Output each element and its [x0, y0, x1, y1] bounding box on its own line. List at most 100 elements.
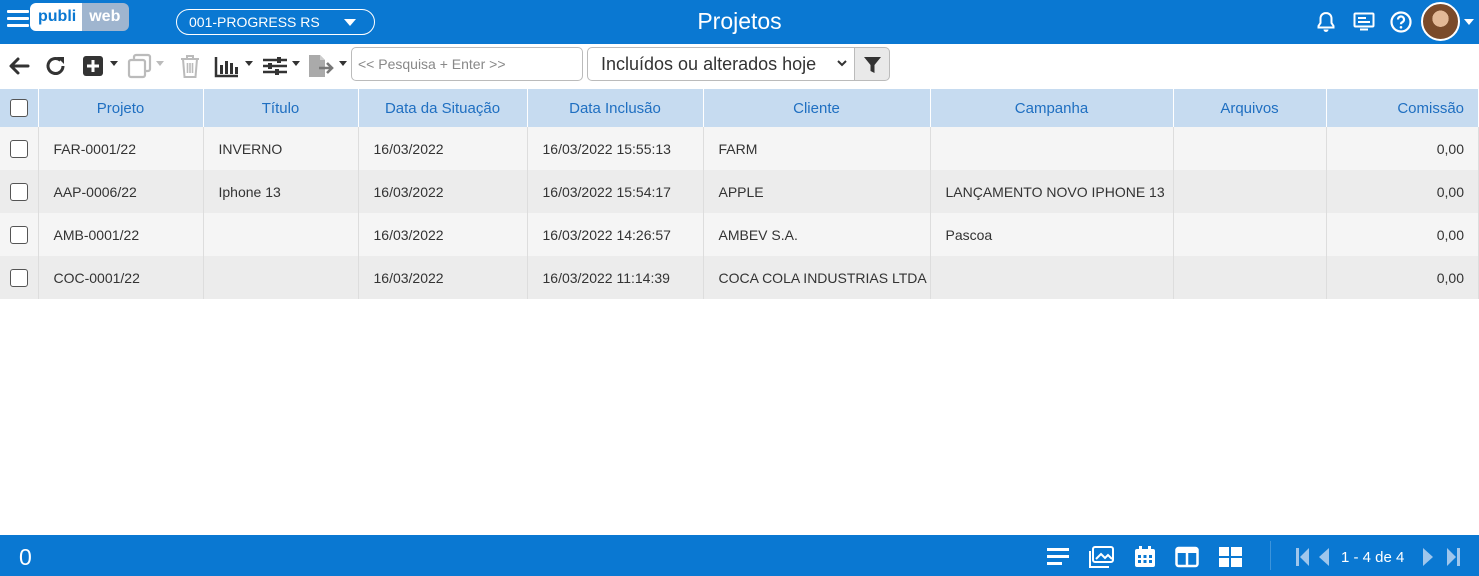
select-all-checkbox[interactable] [9, 99, 28, 118]
previous-page-icon[interactable] [1317, 546, 1331, 568]
cell-data-inclusao: 16/03/2022 11:14:39 [527, 256, 704, 299]
chevron-down-icon [156, 61, 164, 66]
logo-right: web [82, 3, 130, 31]
cell-campanha [930, 256, 1174, 299]
chart-icon[interactable] [214, 52, 240, 80]
projects-table: Projeto Título Data da Situação Data Inc… [0, 89, 1479, 299]
add-icon[interactable] [82, 52, 106, 80]
column-header-campanha[interactable]: Campanha [930, 89, 1174, 127]
cell-cliente: COCA COLA INDUSTRIAS LTDA [703, 256, 931, 299]
table-row[interactable]: AMB-0001/22 16/03/2022 16/03/2022 14:26:… [0, 213, 1479, 256]
app-logo[interactable]: publi web [30, 3, 130, 34]
trash-icon [181, 55, 199, 78]
row-select-cell [0, 256, 39, 299]
cell-arquivos [1173, 256, 1327, 299]
chevron-down-icon [344, 19, 356, 26]
table-row[interactable]: COC-0001/22 16/03/2022 16/03/2022 11:14:… [0, 256, 1479, 299]
row-checkbox[interactable] [9, 182, 28, 201]
cell-arquivos [1173, 127, 1327, 170]
cell-campanha: Pascoa [930, 213, 1174, 256]
filter-icon [864, 57, 881, 73]
monitor-icon[interactable] [1352, 10, 1376, 34]
cell-arquivos [1173, 170, 1327, 213]
list-view-icon[interactable] [1046, 546, 1070, 568]
cell-comissao: 0,00 [1326, 213, 1479, 256]
cell-campanha: LANÇAMENTO NOVO IPHONE 13 [930, 170, 1174, 213]
company-label: 001-PROGRESS RS [189, 14, 320, 30]
search-input[interactable] [351, 47, 583, 81]
image-view-icon[interactable] [1088, 546, 1114, 568]
columns-view-icon[interactable] [1175, 546, 1199, 568]
chevron-down-icon[interactable] [339, 61, 347, 66]
back-arrow-icon[interactable] [6, 52, 32, 80]
column-header-titulo[interactable]: Título [203, 89, 359, 127]
column-header-data-situacao[interactable]: Data da Situação [358, 89, 528, 127]
logo-left: publi [30, 3, 83, 31]
selected-count: 0 [19, 544, 32, 570]
chevron-down-icon[interactable] [292, 61, 300, 66]
cell-titulo [203, 256, 359, 299]
column-header-projeto[interactable]: Projeto [38, 89, 204, 127]
row-checkbox[interactable] [9, 225, 28, 244]
row-select-cell [0, 170, 39, 213]
grid-view-icon[interactable] [1218, 546, 1243, 568]
cell-arquivos [1173, 213, 1327, 256]
cell-comissao: 0,00 [1326, 127, 1479, 170]
column-header-comissao[interactable]: Comissão [1326, 89, 1479, 127]
chevron-down-icon[interactable] [1464, 19, 1474, 25]
period-filter-select[interactable]: Incluídos ou alterados hoje [587, 47, 855, 81]
cell-cliente: AMBEV S.A. [703, 213, 931, 256]
cell-data-situacao: 16/03/2022 [358, 170, 528, 213]
chevron-down-icon [837, 60, 847, 67]
cell-campanha [930, 127, 1174, 170]
table-row[interactable]: AAP-0006/22 Iphone 13 16/03/2022 16/03/2… [0, 170, 1479, 213]
first-page-icon[interactable] [1294, 546, 1310, 568]
cell-projeto: AAP-0006/22 [38, 170, 204, 213]
cell-data-situacao: 16/03/2022 [358, 127, 528, 170]
menu-icon[interactable] [7, 10, 29, 32]
cell-projeto: COC-0001/22 [38, 256, 204, 299]
cell-data-situacao: 16/03/2022 [358, 213, 528, 256]
chevron-down-icon[interactable] [245, 61, 253, 66]
pagination-label: 1 - 4 de 4 [1341, 549, 1405, 566]
cell-titulo [203, 213, 359, 256]
cell-cliente: APPLE [703, 170, 931, 213]
select-all-cell [0, 89, 39, 127]
table-header-row: Projeto Título Data da Situação Data Inc… [0, 89, 1479, 127]
row-checkbox[interactable] [9, 139, 28, 158]
column-header-data-inclusao[interactable]: Data Inclusão [527, 89, 704, 127]
cell-cliente: FARM [703, 127, 931, 170]
period-filter-value: Incluídos ou alterados hoje [601, 54, 817, 74]
cell-titulo: Iphone 13 [203, 170, 359, 213]
divider [1270, 541, 1271, 570]
column-header-arquivos[interactable]: Arquivos [1173, 89, 1327, 127]
cell-data-inclusao: 16/03/2022 15:55:13 [527, 127, 704, 170]
row-select-cell [0, 127, 39, 170]
avatar[interactable] [1421, 2, 1460, 41]
cell-comissao: 0,00 [1326, 256, 1479, 299]
cell-projeto: FAR-0001/22 [38, 127, 204, 170]
cell-data-situacao: 16/03/2022 [358, 256, 528, 299]
cell-data-inclusao: 16/03/2022 14:26:57 [527, 213, 704, 256]
row-select-cell [0, 213, 39, 256]
toolbar: Incluídos ou alterados hoje [0, 44, 1479, 89]
status-bar: 0 1 - 4 de 4 [0, 535, 1479, 576]
cell-comissao: 0,00 [1326, 170, 1479, 213]
bell-icon[interactable] [1314, 10, 1338, 34]
company-selector[interactable]: 001-PROGRESS RS [176, 9, 375, 35]
refresh-icon[interactable] [43, 52, 69, 80]
chevron-down-icon[interactable] [110, 61, 118, 66]
table-row[interactable]: FAR-0001/22 INVERNO 16/03/2022 16/03/202… [0, 127, 1479, 170]
next-page-icon[interactable] [1421, 546, 1435, 568]
cell-data-inclusao: 16/03/2022 15:54:17 [527, 170, 704, 213]
last-page-icon[interactable] [1446, 546, 1462, 568]
sliders-icon[interactable] [262, 52, 288, 80]
column-header-cliente[interactable]: Cliente [703, 89, 931, 127]
cell-projeto: AMB-0001/22 [38, 213, 204, 256]
export-icon[interactable] [307, 52, 335, 80]
calendar-icon[interactable] [1133, 546, 1157, 568]
copy-icon [127, 53, 152, 79]
filter-button[interactable] [855, 47, 890, 81]
help-icon[interactable] [1389, 10, 1413, 34]
row-checkbox[interactable] [9, 268, 28, 287]
